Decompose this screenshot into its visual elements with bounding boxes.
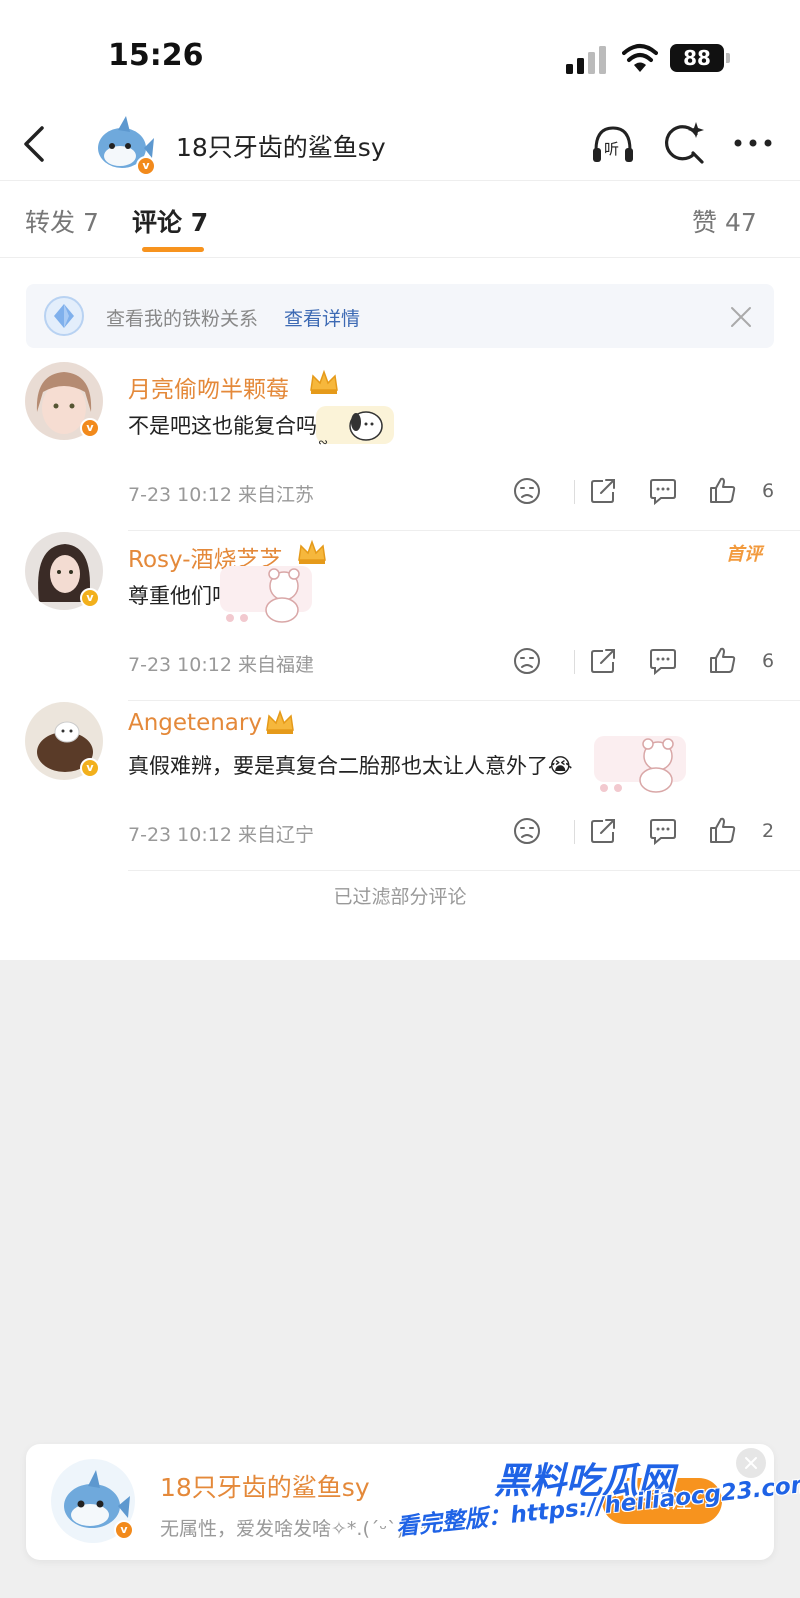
like-count: 2: [762, 820, 775, 842]
comment-username[interactable]: Angetenary: [128, 710, 262, 736]
signal-icon: [566, 46, 606, 74]
active-tab-indicator: [142, 247, 204, 252]
tab-comments[interactable]: 评论 7: [132, 203, 208, 239]
reply-icon[interactable]: [646, 644, 680, 678]
first-comment-tag: 首评: [726, 544, 762, 565]
comment-divider: [128, 870, 800, 871]
verified-badge: v: [136, 156, 156, 176]
fan-banner-text: 查看我的铁粉关系: [106, 308, 259, 330]
nav-bar: v 18只牙齿的鲨鱼sy 听: [0, 110, 800, 180]
battery-indicator: 88: [670, 44, 730, 72]
comment-item: v Rosy-酒烧芝芝 首评 尊重他们吧 7-23 10:12 来自福建 6: [0, 532, 800, 704]
close-icon[interactable]: [726, 302, 756, 332]
comment-text: 不是吧这也能复合吗: [128, 414, 317, 438]
comment-username[interactable]: 月亮偷吻半颗莓: [128, 370, 289, 404]
comment-item: v 月亮偷吻半颗莓 不是吧这也能复合吗 ∾ 7-23 10:12 来自江苏 6: [0, 362, 800, 534]
comment-divider: [128, 700, 800, 701]
status-bar: 15:26 88: [0, 0, 800, 110]
bear-sticker: [220, 566, 312, 623]
dislike-icon[interactable]: [510, 644, 544, 678]
comments-panel: 查看我的铁粉关系 查看详情 v 月亮偷吻半颗莓 不是吧这也能复合吗 ∾ 7-23…: [0, 258, 800, 960]
wifi-icon: [622, 44, 658, 72]
filtered-comments-note: 已过滤部分评论: [333, 886, 467, 908]
more-button[interactable]: [728, 120, 778, 166]
like-icon[interactable]: [706, 644, 740, 678]
status-time: 15:26: [108, 38, 204, 73]
like-icon[interactable]: [706, 814, 740, 848]
action-separator: [574, 480, 575, 504]
action-separator: [574, 650, 575, 674]
pochacco-sticker: ∾: [316, 406, 394, 449]
profile-card-bio: 无属性，爱发啥发啥✧*.(ˊᵕˋ)✧*: [160, 1518, 430, 1540]
comment-meta: 7-23 10:12 来自江苏: [128, 484, 314, 506]
author-avatar[interactable]: v: [90, 112, 156, 178]
profile-card-avatar[interactable]: v: [50, 1458, 136, 1544]
comment-item: v Angetenary 真假难辨，要是真复合二胎那也太让人意外了😭 7-23 …: [0, 702, 800, 874]
share-icon[interactable]: [586, 644, 620, 678]
like-icon[interactable]: [706, 474, 740, 508]
diamond-icon: [44, 296, 84, 336]
profile-card-name[interactable]: 18只牙齿的鲨鱼sy: [160, 1468, 370, 1504]
verified-badge: v: [80, 418, 100, 438]
comment-text: 尊重他们吧: [128, 584, 233, 608]
bear-sticker: [594, 736, 686, 793]
crown-icon: [266, 709, 294, 734]
verified-badge: v: [80, 758, 100, 778]
tab-likes[interactable]: 赞 47: [692, 203, 757, 239]
like-count: 6: [762, 650, 775, 672]
verified-badge: v: [114, 1520, 134, 1540]
like-count: 6: [762, 480, 775, 502]
comment-meta: 7-23 10:12 来自辽宁: [128, 824, 314, 846]
svg-text:∾: ∾: [318, 435, 328, 449]
comment-text: 真假难辨，要是真复合二胎那也太让人意外了😭: [128, 754, 573, 778]
fan-banner-link[interactable]: 查看详情: [284, 304, 360, 331]
comment-divider: [128, 530, 800, 531]
comment-meta: 7-23 10:12 来自福建: [128, 654, 314, 676]
share-icon[interactable]: [586, 474, 620, 508]
verified-badge: v: [80, 588, 100, 608]
listen-button[interactable]: 听: [588, 120, 638, 166]
action-separator: [574, 820, 575, 844]
back-button[interactable]: [16, 122, 56, 166]
tab-repost[interactable]: 转发 7: [25, 203, 99, 239]
reply-icon[interactable]: [646, 474, 680, 508]
dislike-icon[interactable]: [510, 814, 544, 848]
listen-label: 听: [604, 140, 619, 158]
fan-relation-banner[interactable]: 查看我的铁粉关系 查看详情: [26, 284, 774, 348]
crown-icon: [310, 369, 338, 394]
search-button[interactable]: [660, 120, 706, 166]
reply-icon[interactable]: [646, 814, 680, 848]
share-icon[interactable]: [586, 814, 620, 848]
author-name[interactable]: 18只牙齿的鲨鱼sy: [176, 128, 386, 164]
tab-bar: 转发 7 评论 7 赞 47: [0, 181, 800, 257]
dislike-icon[interactable]: [510, 474, 544, 508]
